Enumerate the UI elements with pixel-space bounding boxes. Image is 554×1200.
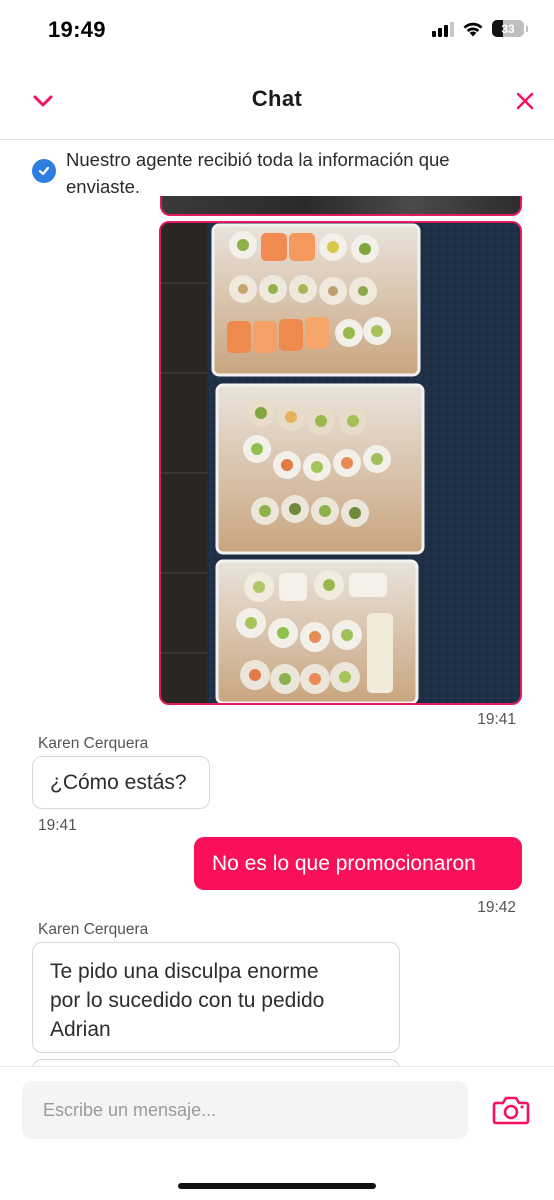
sender-name: Karen Cerquera [38, 735, 149, 752]
camera-button[interactable] [492, 1094, 530, 1126]
image-message[interactable] [159, 221, 522, 705]
message-composer [0, 1066, 554, 1200]
home-indicator [178, 1183, 376, 1189]
close-button[interactable] [510, 86, 540, 116]
message-text: ¿Cómo estás? [50, 771, 187, 794]
message-time: 19:41 [477, 711, 516, 728]
message-input[interactable] [22, 1081, 468, 1139]
cellular-signal-icon [432, 21, 454, 37]
message-line: Adrian [50, 1018, 111, 1041]
message-line: Te pido una disculpa enorme [50, 960, 319, 983]
chat-header: Chat [0, 62, 554, 140]
sushi-photo [161, 223, 520, 703]
status-bar: 19:49 33 [0, 0, 554, 62]
message-time: 19:41 [38, 817, 77, 834]
message-line: por lo sucedido con tu pedido [50, 989, 325, 1012]
message-time: 19:42 [477, 899, 516, 916]
user-message-bubble: No es lo que promocionaron [194, 837, 522, 890]
status-time: 19:49 [48, 17, 106, 42]
previous-image-message[interactable] [160, 196, 522, 216]
close-icon [516, 92, 534, 110]
wifi-icon [463, 22, 483, 36]
notice-text: Nuestro agente recibió toda la informaci… [66, 149, 450, 197]
sender-name: Karen Cerquera [38, 921, 149, 938]
check-circle-icon [32, 159, 56, 183]
battery-level: 33 [501, 21, 515, 36]
message-text: No es lo que promocionaron [212, 852, 476, 875]
page-title: Chat [251, 86, 303, 111]
status-icons: 33 [432, 20, 528, 37]
battery-icon: 33 [492, 20, 528, 37]
info-received-notice: Nuestro agente recibió toda la informaci… [32, 146, 522, 200]
agent-message-bubble: ¿Cómo estás? [32, 756, 210, 809]
agent-message-bubble: Te pido una disculpa enorme por lo suced… [32, 942, 400, 1053]
camera-icon [492, 1096, 530, 1125]
